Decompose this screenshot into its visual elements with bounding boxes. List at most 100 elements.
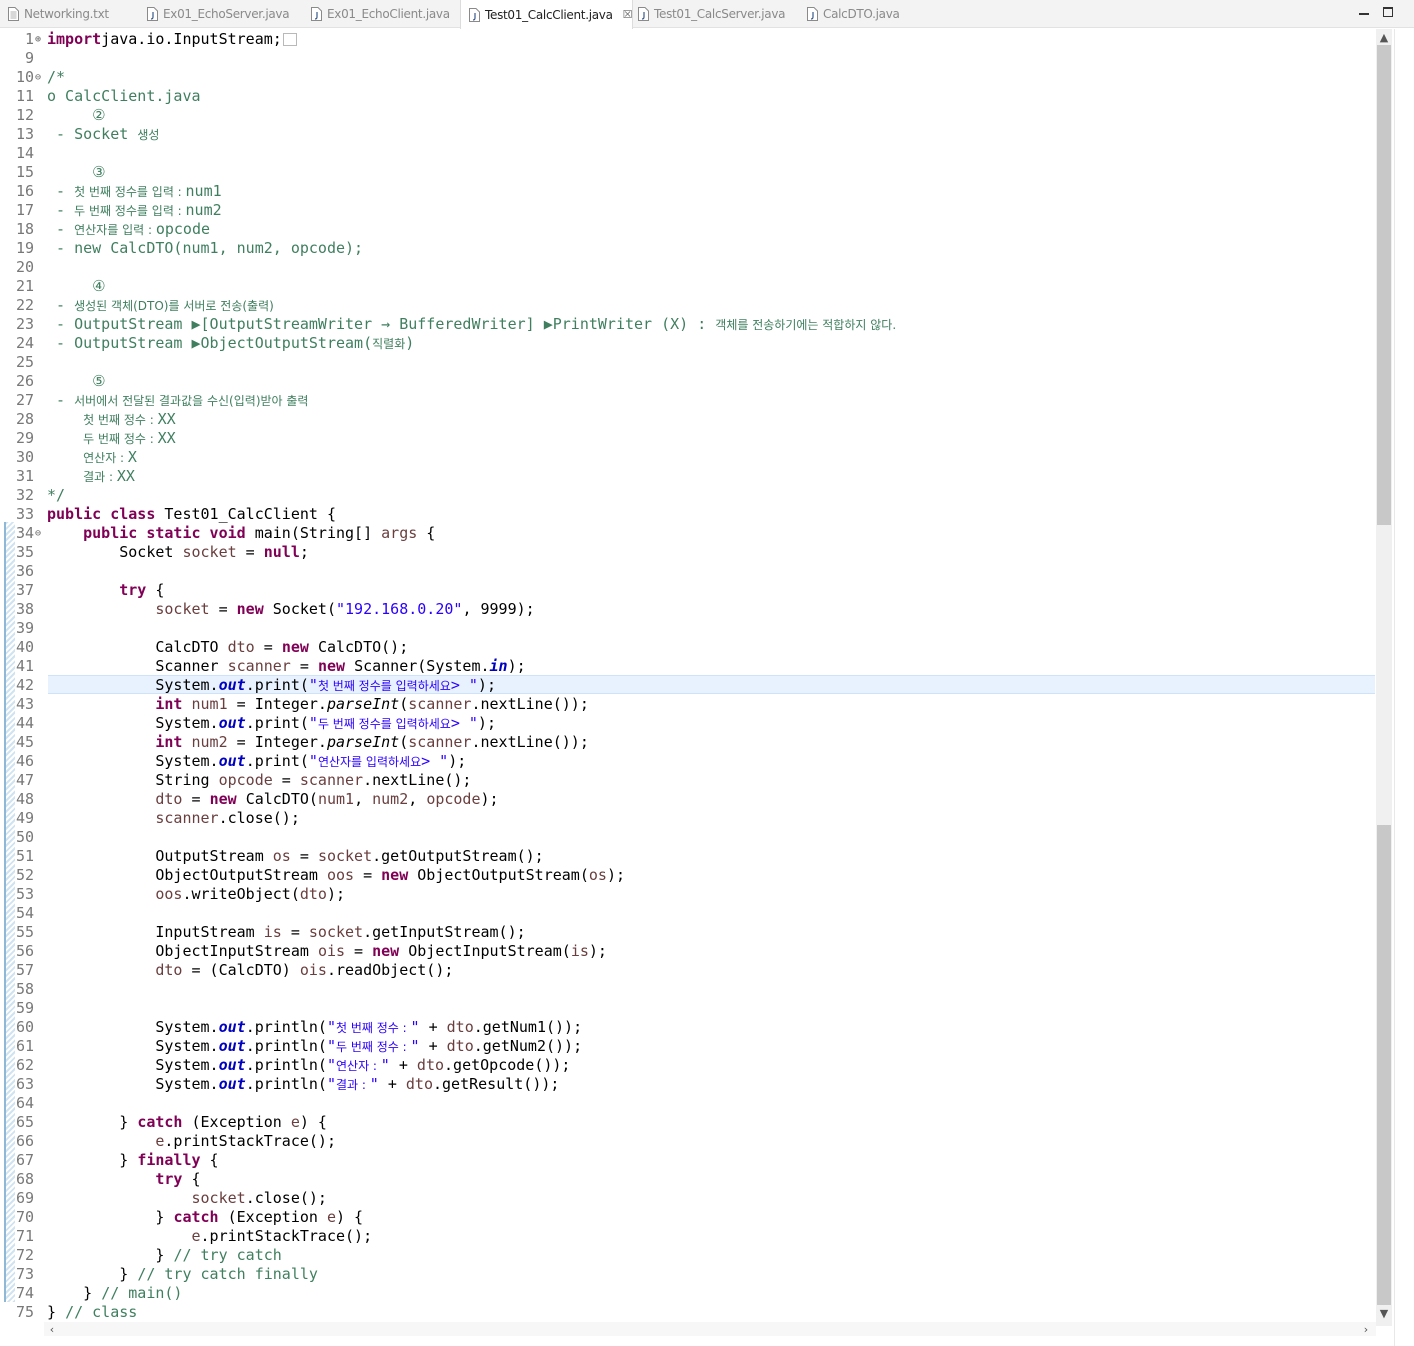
code-line[interactable]: 62 System.out.println("연산자 : " + dto.get… [0,1056,1376,1075]
code-line[interactable]: 67 } finally { [0,1151,1376,1170]
collapse-fold-icon[interactable]: ⊖ [34,524,47,543]
code-line[interactable]: 52 ObjectOutputStream oos = new ObjectOu… [0,866,1376,885]
code-line[interactable]: 22 - 생성된 객체(DTO)를 서버로 전송(출력) [0,296,1376,315]
tab-calcdto-java[interactable]: CalcDTO.java [799,0,900,28]
code-line[interactable]: 43 int num1 = Integer.parseInt(scanner.n… [0,695,1376,714]
code-line[interactable]: 40 CalcDTO dto = new CalcDTO(); [0,638,1376,657]
code-line[interactable]: 69 socket.close(); [0,1189,1376,1208]
code-line[interactable]: 23 - OutputStream ▶[OutputStreamWriter →… [0,315,1376,334]
line-text: o CalcClient.java [47,87,1376,106]
code-line[interactable]: 72 } // try catch [0,1246,1376,1265]
code-line[interactable]: 41 Scanner scanner = new Scanner(System.… [0,657,1376,676]
tab-test01-calcclient-java[interactable]: Test01_CalcClient.java ☒ [460,0,634,29]
code-line[interactable]: 13 - Socket 생성 [0,125,1376,144]
code-line[interactable]: 14 [0,144,1376,163]
code-line[interactable]: 25 [0,353,1376,372]
code-line[interactable]: 36 [0,562,1376,581]
code-line[interactable]: 75} // class [0,1303,1376,1322]
code-line[interactable]: 58 [0,980,1376,999]
code-token: is [263,923,282,941]
code-line[interactable]: 42 System.out.print("첫 번째 정수를 입력하세요> "); [0,676,1376,695]
maximize-button[interactable] [1381,5,1395,19]
code-line[interactable]: 18 - 연산자를 입력 : opcode [0,220,1376,239]
code-line[interactable]: 30 연산자 : X [0,448,1376,467]
code-line[interactable]: 66 e.printStackTrace(); [0,1132,1376,1151]
code-line[interactable]: 59 [0,999,1376,1018]
code-line[interactable]: 12 ② [0,106,1376,125]
code-line[interactable]: 63 System.out.println("결과 : " + dto.getR… [0,1075,1376,1094]
scroll-up-icon[interactable]: ▲ [1376,29,1392,45]
code-line[interactable]: 65 } catch (Exception e) { [0,1113,1376,1132]
code-line[interactable]: 56 ObjectInputStream ois = new ObjectInp… [0,942,1376,961]
code-line[interactable]: 11 o CalcClient.java [0,87,1376,106]
code-line[interactable]: 35 Socket socket = null; [0,543,1376,562]
tab-ex01-echoclient-java[interactable]: Ex01_EchoClient.java [303,0,450,28]
code-line[interactable]: 9 [0,49,1376,68]
code-token: oos [155,885,183,903]
code-editor[interactable]: 1 ⊕ importjava.io.InputStream; 9 10 ⊖/* 11 o Ca… [0,29,1414,1346]
code-line[interactable]: 60 System.out.println("첫 번째 정수 : " + dto… [0,1018,1376,1037]
code-line[interactable]: 70 } catch (Exception e) { [0,1208,1376,1227]
tab-ex01-echoserver-java[interactable]: Ex01_EchoServer.java [139,0,290,28]
code-line[interactable]: 26 ⑤ [0,372,1376,391]
code-line[interactable]: 46 System.out.print("연산자를 입력하세요> "); [0,752,1376,771]
code-line[interactable]: 33 public class Test01_CalcClient { [0,505,1376,524]
code-line[interactable]: 27 - 서버에서 전달된 결과값을 수신(입력)받아 출력 [0,391,1376,410]
code-line[interactable]: 47 String opcode = scanner.nextLine(); [0,771,1376,790]
code-text-area[interactable]: 1 ⊕ importjava.io.InputStream; 9 10 ⊖/* 11 o Ca… [0,30,1376,1322]
scroll-left-icon[interactable]: ‹ [44,1321,60,1337]
code-line[interactable]: 34 ⊖ public static void main(String[] arg… [0,524,1376,543]
code-line[interactable]: 53 oos.writeObject(dto); [0,885,1376,904]
editor-border [1394,29,1395,1346]
maximize-icon [1383,7,1393,17]
code-line[interactable]: 10 ⊖/* [0,68,1376,87]
code-line[interactable]: 38 socket = new Socket("192.168.0.20", 9… [0,600,1376,619]
scroll-down-icon[interactable]: ▼ [1376,1305,1392,1321]
horizontal-scrollbar[interactable]: ‹ › [44,1322,1376,1336]
code-line[interactable]: 32 */ [0,486,1376,505]
line-number: 32 [15,486,34,504]
folded-imports-marker[interactable] [282,33,297,46]
code-line[interactable]: 61 System.out.println("두 번째 정수 : " + dto… [0,1037,1376,1056]
fold-gutter [34,372,47,391]
code-line[interactable]: 55 InputStream is = socket.getInputStrea… [0,923,1376,942]
code-line[interactable]: 49 scanner.close(); [0,809,1376,828]
code-line[interactable]: 57 dto = (CalcDTO) ois.readObject(); [0,961,1376,980]
code-line[interactable]: 73 } // try catch finally [0,1265,1376,1284]
code-line[interactable]: 31 결과 : XX [0,467,1376,486]
code-line[interactable]: 20 [0,258,1376,277]
code-line[interactable]: 39 [0,619,1376,638]
expand-fold-icon[interactable]: ⊕ [34,30,47,49]
code-line[interactable]: 54 [0,904,1376,923]
vertical-scrollbar[interactable]: ▲ ▼ [1376,29,1392,1326]
scroll-right-icon[interactable]: › [1358,1321,1374,1337]
code-line[interactable]: 1 ⊕ importjava.io.InputStream; [0,30,1376,49]
code-line[interactable]: 68 try { [0,1170,1376,1189]
code-line[interactable]: 45 int num2 = Integer.parseInt(scanner.n… [0,733,1376,752]
code-line[interactable]: 44 System.out.print("두 번째 정수를 입력하세요> "); [0,714,1376,733]
code-line[interactable]: 21 ④ [0,277,1376,296]
code-line[interactable]: 29 두 번째 정수 : XX [0,429,1376,448]
tab-test01-calcserver-java[interactable]: Test01_CalcServer.java [630,0,785,28]
code-line[interactable]: 17 - 두 번째 정수를 입력 : num2 [0,201,1376,220]
code-line[interactable]: 19 - new CalcDTO(num1, num2, opcode); [0,239,1376,258]
code-line[interactable]: 64 [0,1094,1376,1113]
minimize-button[interactable] [1357,5,1371,19]
code-line[interactable]: 24 - OutputStream ▶ObjectOutputStream(직렬… [0,334,1376,353]
code-token: > " [450,676,478,694]
code-line[interactable]: 74 } // main() [0,1284,1376,1303]
collapse-fold-icon[interactable]: ⊖ [34,68,47,87]
code-line[interactable]: 37 try { [0,581,1376,600]
code-line[interactable]: 15 ③ [0,163,1376,182]
code-token: - OutputStream ▶ObjectOutputStream( [47,334,373,352]
code-line[interactable]: 28 첫 번째 정수 : XX [0,410,1376,429]
tab-networking-txt[interactable]: Networking.txt [0,0,109,28]
code-line[interactable]: 51 OutputStream os = socket.getOutputStr… [0,847,1376,866]
code-line[interactable]: 50 [0,828,1376,847]
scroll-thumb[interactable] [1377,45,1391,525]
code-line[interactable]: 48 dto = new CalcDTO(num1, num2, opcode)… [0,790,1376,809]
code-line[interactable]: 71 e.printStackTrace(); [0,1227,1376,1246]
code-line[interactable]: 16 - 첫 번째 정수를 입력 : num1 [0,182,1376,201]
